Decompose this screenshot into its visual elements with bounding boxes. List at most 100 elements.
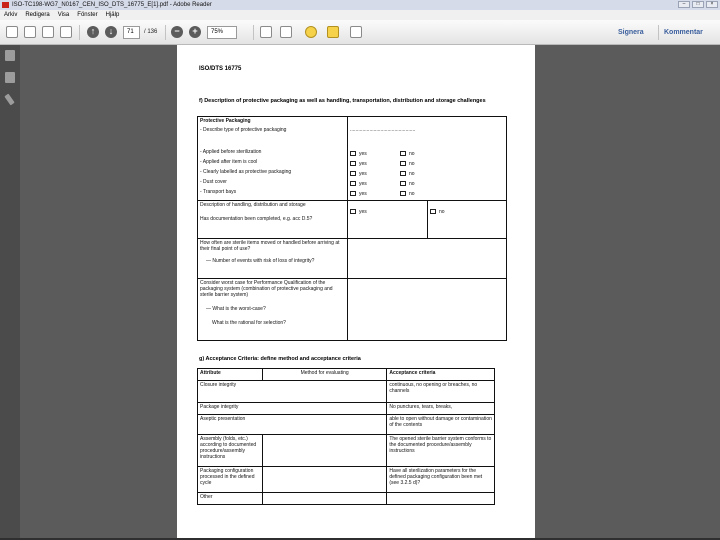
column-header: Attribute xyxy=(197,368,263,381)
table-cell: Packaging configuration processed in the… xyxy=(197,466,263,493)
checkbox-no[interactable] xyxy=(400,151,406,157)
table-cell: Consider worst case for Performance Qual… xyxy=(200,280,333,298)
checkbox-yes[interactable] xyxy=(350,151,356,157)
email-icon[interactable] xyxy=(60,26,72,38)
option-row: yes no xyxy=(350,169,504,179)
adobe-reader-window: ISO-TC198-WG7_N0167_CEN_ISO_DTS_16775_E[… xyxy=(0,0,720,540)
table-row: Package integrity No punctures, tears, b… xyxy=(196,402,495,415)
list-item: - Describe type of protective packaging xyxy=(200,127,287,133)
checkbox-no[interactable] xyxy=(400,161,406,167)
window-title: ISO-TC198-WG7_N0167_CEN_ISO_DTS_16775_E[… xyxy=(12,2,212,8)
table-header-row: Attribute Method for evaluating Acceptan… xyxy=(197,368,495,381)
option-row: yes no xyxy=(350,149,504,159)
page-number-input[interactable]: 71 xyxy=(123,26,140,39)
table-cell: Have all sterilization parameters for th… xyxy=(386,466,495,493)
table-row: Other xyxy=(197,492,495,505)
list-item: - Applied before sterilization xyxy=(200,149,262,155)
section-g-heading: g) Acceptance Criteria: define method an… xyxy=(199,356,361,362)
table-cell: continuous, no opening or breaches, no c… xyxy=(386,380,495,403)
table-cell xyxy=(261,466,388,493)
table-cell: No punctures, tears, breaks, xyxy=(386,402,495,415)
table-cell: — Number of events with risk of loss of … xyxy=(206,258,315,264)
table-cell: Other xyxy=(197,492,263,505)
checkbox-yes[interactable] xyxy=(350,181,356,187)
checkbox-yes[interactable] xyxy=(350,171,356,177)
checkbox-label: no xyxy=(409,171,415,177)
table-row: Closure integrity continuous, no opening… xyxy=(196,380,495,403)
list-item: - Clearly labelled as protective packagi… xyxy=(200,169,292,175)
protective-packaging-table: Protective Packaging - Describe type of … xyxy=(197,116,507,341)
zoom-select[interactable]: 75% xyxy=(207,26,237,39)
comment-icon[interactable] xyxy=(305,26,317,38)
table-cell xyxy=(261,434,388,467)
checkbox-no[interactable] xyxy=(430,209,436,215)
table-cell: Aseptic presentation xyxy=(196,414,388,435)
checkbox-yes[interactable] xyxy=(350,161,356,167)
option-row: yes no xyxy=(350,179,504,189)
menu-arkiv[interactable]: Arkiv xyxy=(4,10,17,20)
option-row: yes no xyxy=(350,159,504,169)
menu-fonster[interactable]: Fönster xyxy=(77,10,97,20)
table-cell: What is the rational for selection? xyxy=(212,320,286,326)
navigation-pane xyxy=(0,45,20,540)
checkbox-no[interactable] xyxy=(400,191,406,197)
save-icon[interactable] xyxy=(24,26,36,38)
column-header: Method for evaluating xyxy=(261,368,388,381)
sign-button[interactable]: Signera xyxy=(618,26,644,39)
close-button[interactable]: × xyxy=(706,1,718,8)
fill-in-line: ........................................… xyxy=(350,127,416,133)
acceptance-criteria-table: Attribute Method for evaluating Acceptan… xyxy=(196,368,495,505)
maximize-button[interactable]: □ xyxy=(692,1,704,8)
checkbox-label: yes xyxy=(359,161,367,167)
prev-page-icon[interactable]: ↑ xyxy=(87,26,99,38)
table-cell xyxy=(261,492,388,505)
pdf-page: ISO/DTS 16775 f) Description of protecti… xyxy=(177,45,535,540)
list-item: - Applied after item is cool xyxy=(200,159,258,165)
table-cell: Package integrity xyxy=(196,402,388,415)
table-cell: How often are sterile items moved or han… xyxy=(200,240,340,252)
checkbox-yes[interactable] xyxy=(350,191,356,197)
section-f-heading: f) Description of protective packaging a… xyxy=(199,98,486,104)
menu-visa[interactable]: Visa xyxy=(58,10,70,20)
adobe-reader-icon xyxy=(2,2,9,8)
fit-width-icon[interactable] xyxy=(280,26,292,38)
option-row: yes no xyxy=(350,189,504,199)
table-cell-title: Protective Packaging xyxy=(200,118,251,124)
table-row: Aseptic presentation able to open withou… xyxy=(196,414,495,435)
highlight-icon[interactable] xyxy=(327,26,339,38)
table-row: Protective Packaging - Describe type of … xyxy=(197,116,507,201)
attachments-icon[interactable] xyxy=(4,93,15,106)
list-item: - Dust cover xyxy=(200,179,227,185)
page-total: / 136 xyxy=(144,29,158,35)
title-bar: ISO-TC198-WG7_N0167_CEN_ISO_DTS_16775_E[… xyxy=(0,0,720,10)
table-cell: — What is the worst-case? xyxy=(206,306,266,312)
table-row: Packaging configuration processed in the… xyxy=(197,466,495,493)
table-cell: Closure integrity xyxy=(196,380,388,403)
fit-page-icon[interactable] xyxy=(260,26,272,38)
list-item: - Transport bays xyxy=(200,189,237,195)
comment-button[interactable]: Kommentar xyxy=(664,26,703,39)
table-row: Consider worst case for Performance Qual… xyxy=(197,278,507,341)
checkbox-no[interactable] xyxy=(400,171,406,177)
checkbox-label: yes xyxy=(359,171,367,177)
table-cell: able to open without damage or contamina… xyxy=(386,414,495,435)
checkbox-label: no xyxy=(409,161,415,167)
table-cell: The opened sterile barrier system confor… xyxy=(386,434,495,467)
checkbox-no[interactable] xyxy=(400,181,406,187)
fullscreen-icon[interactable] xyxy=(350,26,362,38)
bookmarks-icon[interactable] xyxy=(5,72,15,83)
checkbox-yes[interactable] xyxy=(350,209,356,215)
next-page-icon[interactable]: ↓ xyxy=(105,26,117,38)
menu-redigera[interactable]: Redigera xyxy=(25,10,49,20)
table-cell: Description of handling, distribution an… xyxy=(200,202,306,208)
menu-hjalp[interactable]: Hjälp xyxy=(106,10,120,20)
open-icon[interactable] xyxy=(6,26,18,38)
pages-icon[interactable] xyxy=(5,50,15,61)
checkbox-label: no xyxy=(439,209,445,215)
zoom-out-icon[interactable]: − xyxy=(171,26,183,38)
zoom-in-icon[interactable]: + xyxy=(189,26,201,38)
checkbox-label: yes xyxy=(359,209,367,215)
minimize-button[interactable]: – xyxy=(678,1,690,8)
checkbox-label: no xyxy=(409,181,415,187)
print-icon[interactable] xyxy=(42,26,54,38)
